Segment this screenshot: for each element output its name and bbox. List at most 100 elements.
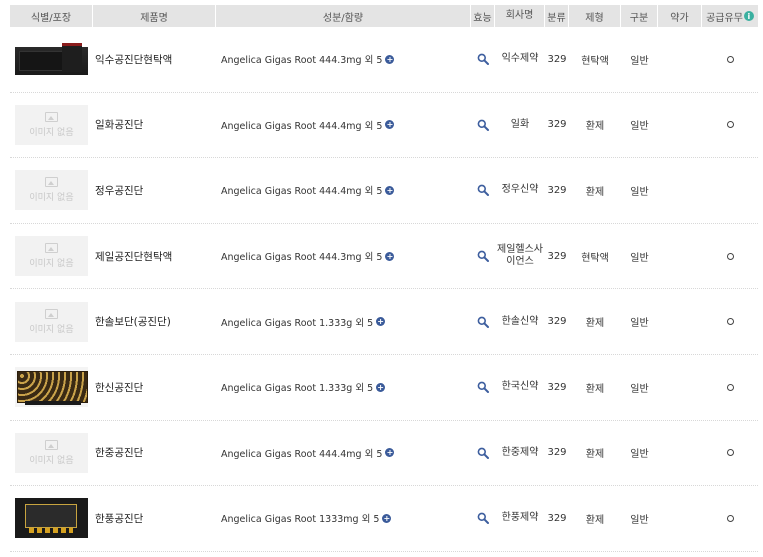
ingredient-cell: Angelica Gigas Root 1.333g 외 5 + <box>216 355 471 420</box>
header-ingredient: 성분/함량 <box>216 5 471 27</box>
table-row: 이미지 없음 정우공진단 Angelica Gigas Root 444.4mg… <box>10 158 758 224</box>
type-cell: 일반 <box>630 449 649 461</box>
ingredient-text: Angelica Gigas Root 444.4mg 외 5 <box>221 120 383 132</box>
product-name-link[interactable]: 익수공진단현탁액 <box>95 52 172 67</box>
category-cell: 329 <box>547 316 567 328</box>
ingredient-cell: Angelica Gigas Root 1.333g 외 5 + <box>216 289 471 354</box>
search-icon[interactable] <box>477 381 489 394</box>
category-cell: 329 <box>547 119 567 131</box>
category-cell: 329 <box>547 381 567 393</box>
ingredient-cell: Angelica Gigas Root 1333mg 외 5 + <box>216 486 471 551</box>
header-id-package: 식별/포장 <box>10 5 93 27</box>
ingredient-text: Angelica Gigas Root 444.4mg 외 5 <box>221 448 383 460</box>
search-icon[interactable] <box>477 184 489 197</box>
search-icon[interactable] <box>477 316 489 328</box>
category-cell: 329 <box>547 184 567 196</box>
product-image-cell: 이미지 없음 <box>10 224 93 289</box>
header-category: 분류 <box>545 5 569 27</box>
plus-circle-icon[interactable]: + <box>385 120 395 130</box>
search-icon[interactable] <box>477 119 489 131</box>
supply-cell <box>702 224 758 289</box>
product-name-link[interactable]: 한신공진단 <box>95 380 143 395</box>
form-cell: 환제 <box>585 318 605 330</box>
image-icon <box>45 243 58 254</box>
table-row: 한신공진단 Angelica Gigas Root 1.333g 외 5 + 한국… <box>10 355 758 421</box>
form-cell: 현탁액 <box>581 252 609 264</box>
price-cell <box>658 486 702 551</box>
price-cell <box>658 421 702 486</box>
info-icon[interactable]: i <box>743 11 754 21</box>
plus-circle-icon[interactable]: + <box>376 317 386 327</box>
type-cell: 일반 <box>630 514 649 526</box>
table-row: 이미지 없음 일화공진단 Angelica Gigas Root 444.4mg… <box>10 93 758 159</box>
no-image-label: 이미지 없음 <box>29 193 74 204</box>
image-icon <box>45 308 58 319</box>
efficacy-cell <box>471 27 495 92</box>
drug-list-table: 식별/포장 제품명 성분/함량 효능 회사명 분류 제형 구분 약가 공급유무 i… <box>10 5 758 552</box>
product-thumbnail[interactable] <box>15 367 88 408</box>
efficacy-cell <box>471 355 495 420</box>
product-name-link[interactable]: 일화공진단 <box>95 117 143 132</box>
efficacy-cell <box>471 93 495 158</box>
search-icon[interactable] <box>477 512 489 525</box>
search-icon[interactable] <box>477 447 489 459</box>
company-cell: 한솔신약 <box>501 315 539 327</box>
product-image-cell <box>10 355 93 420</box>
type-cell: 일반 <box>630 383 649 395</box>
search-icon[interactable] <box>477 53 489 66</box>
supply-cell <box>702 27 758 92</box>
product-thumbnail[interactable] <box>15 39 88 80</box>
product-name-link[interactable]: 한솔보단(공진단) <box>95 314 171 329</box>
plus-circle-icon[interactable]: + <box>385 251 395 261</box>
product-name-cell: 한중공진단 <box>93 421 216 486</box>
product-image-cell <box>10 486 93 551</box>
type-cell: 일반 <box>630 318 649 330</box>
no-image-label: 이미지 없음 <box>29 259 74 270</box>
supply-cell <box>702 486 758 551</box>
no-image-placeholder: 이미지 없음 <box>15 432 88 473</box>
ingredient-cell: Angelica Gigas Root 444.4mg 외 5 + <box>216 421 471 486</box>
ingredient-cell: Angelica Gigas Root 444.4mg 외 5 + <box>216 158 471 223</box>
company-cell: 제일헬스사이언스 <box>497 244 543 268</box>
product-name-link[interactable]: 정우공진단 <box>95 183 143 198</box>
header-company: 회사명 <box>495 5 545 27</box>
plus-circle-icon[interactable]: + <box>385 448 395 458</box>
product-name-link[interactable]: 제일공진단현탁액 <box>95 249 172 264</box>
product-name-cell: 한풍공진단 <box>93 486 216 551</box>
table-row: 익수공진단현탁액 Angelica Gigas Root 444.3mg 외 5… <box>10 27 758 93</box>
form-cell: 환제 <box>585 186 605 198</box>
ingredient-text: Angelica Gigas Root 1.333g 외 5 <box>221 383 374 395</box>
product-image-cell: 이미지 없음 <box>10 93 93 158</box>
header-type: 구분 <box>621 5 658 27</box>
product-name-link[interactable]: 한풍공진단 <box>95 511 143 526</box>
supply-cell <box>702 158 758 223</box>
product-image-cell: 이미지 없음 <box>10 289 93 354</box>
image-icon <box>45 111 58 122</box>
product-thumbnail[interactable] <box>15 498 88 539</box>
supply-available-icon <box>726 449 734 457</box>
plus-circle-icon[interactable]: + <box>382 513 392 523</box>
header-efficacy: 효능 <box>471 5 495 27</box>
header-supply: 공급유무 i <box>702 5 758 27</box>
efficacy-cell <box>471 289 495 354</box>
product-name-cell: 한솔보단(공진단) <box>93 289 216 354</box>
price-cell <box>658 224 702 289</box>
type-cell: 일반 <box>630 252 649 264</box>
plus-circle-icon[interactable]: + <box>385 185 395 195</box>
no-image-placeholder: 이미지 없음 <box>15 236 88 277</box>
price-cell <box>658 27 702 92</box>
price-cell <box>658 355 702 420</box>
product-name-cell: 정우공진단 <box>93 158 216 223</box>
ingredient-text: Angelica Gigas Root 1333mg 외 5 <box>221 514 380 526</box>
product-name-link[interactable]: 한중공진단 <box>95 445 143 460</box>
company-cell: 일화 <box>510 118 530 130</box>
company-cell: 한풍제약 <box>501 512 539 524</box>
plus-circle-icon[interactable]: + <box>385 54 395 64</box>
search-icon[interactable] <box>477 250 489 263</box>
no-image-label: 이미지 없음 <box>29 324 74 335</box>
type-cell: 일반 <box>630 121 649 133</box>
supply-available-icon <box>726 318 734 326</box>
header-product-name: 제품명 <box>93 5 216 27</box>
plus-circle-icon[interactable]: + <box>376 382 386 392</box>
image-icon <box>45 439 58 450</box>
